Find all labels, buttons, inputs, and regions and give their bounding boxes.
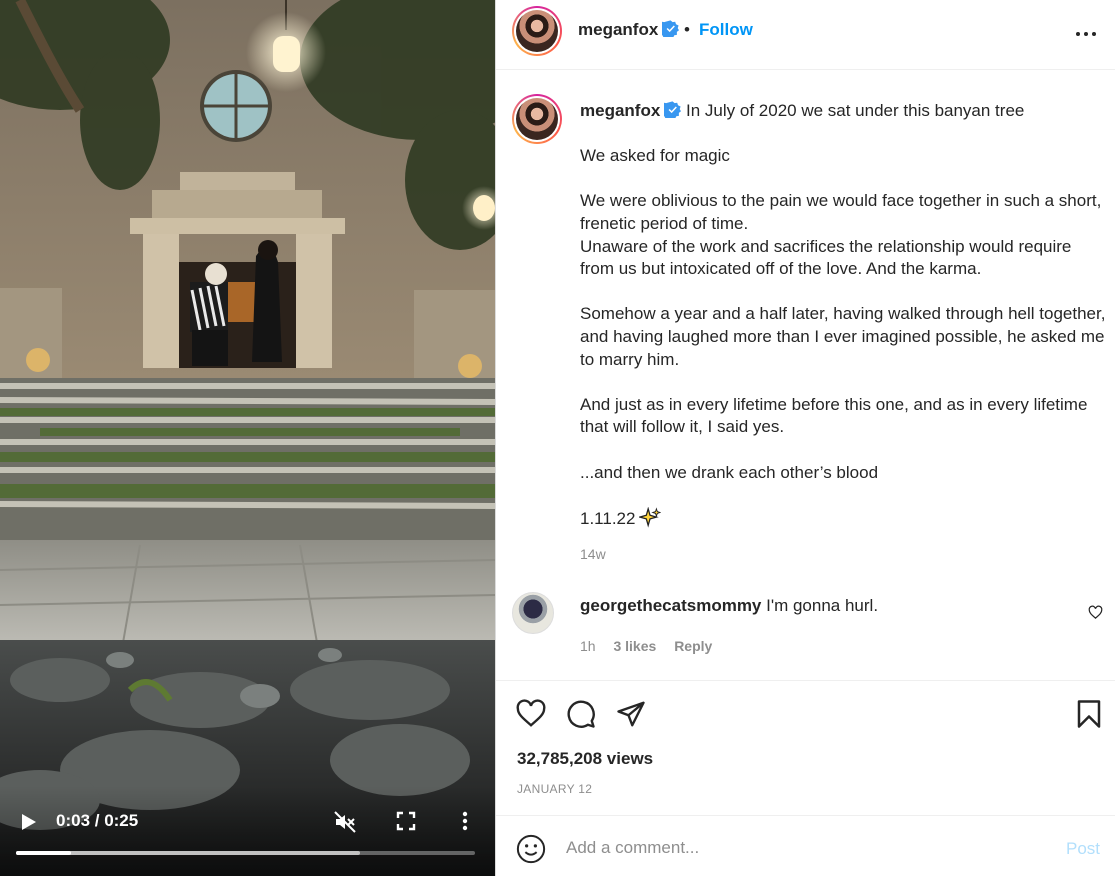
- sparkles-icon: [639, 506, 662, 528]
- video-frame: [0, 0, 495, 876]
- bookmark-icon[interactable]: [1074, 699, 1104, 729]
- caption-paragraph: We were oblivious to the pain we would f…: [580, 191, 1102, 233]
- caption-timestamp[interactable]: 14w: [580, 546, 606, 562]
- caption-paragraph: And just as in every lifetime before thi…: [580, 394, 1088, 437]
- comment-input[interactable]: [566, 832, 1036, 864]
- verified-badge-icon: [662, 20, 680, 37]
- comment-time[interactable]: 1h: [580, 638, 596, 654]
- fullscreen-icon[interactable]: [396, 811, 416, 831]
- reply-button[interactable]: Reply: [674, 638, 712, 654]
- heart-icon[interactable]: [1088, 605, 1103, 620]
- post-date[interactable]: JANUARY 12: [517, 782, 592, 796]
- caption-date: 1.11.22: [580, 508, 636, 528]
- view-count[interactable]: 32,785,208 views: [517, 749, 653, 769]
- emoji-icon[interactable]: [516, 834, 546, 864]
- caption-username[interactable]: meganfox: [580, 101, 660, 120]
- comment-bubble-icon[interactable]: [566, 699, 596, 729]
- video-progress-bar[interactable]: [16, 851, 475, 855]
- comment-body: I'm gonna hurl.: [766, 596, 879, 615]
- caption-avatar[interactable]: [512, 94, 562, 144]
- separator-dot: •: [684, 20, 690, 39]
- post-actions: 32,785,208 views JANUARY 12: [496, 680, 1115, 815]
- post-header: meganfox • Follow: [496, 0, 1115, 70]
- header-username[interactable]: meganfox: [578, 20, 658, 39]
- comment-likes[interactable]: 3 likes: [613, 638, 656, 654]
- video-controls: [0, 786, 495, 876]
- caption: meganfox In July of 2020 we sat under th…: [580, 100, 1108, 530]
- caption-paragraph: ...and then we drank each other’s blood: [580, 462, 879, 482]
- play-icon[interactable]: [18, 812, 38, 832]
- caption-and-comments[interactable]: meganfox In July of 2020 we sat under th…: [496, 70, 1115, 680]
- verified-badge-icon: [664, 101, 682, 118]
- comment-meta: 1h 3 likes Reply: [580, 638, 726, 654]
- caption-first-line: In July of 2020 we sat under this banyan…: [686, 101, 1025, 120]
- follow-button[interactable]: Follow: [699, 20, 753, 40]
- add-comment-bar: Post: [496, 815, 1115, 876]
- commenter-avatar[interactable]: [512, 592, 554, 634]
- muted-speaker-icon[interactable]: [333, 810, 357, 834]
- avatar[interactable]: [512, 6, 562, 56]
- more-vertical-icon[interactable]: [455, 810, 475, 832]
- video-time: 0:03 / 0:25: [56, 811, 139, 830]
- caption-paragraph: Unaware of the work and sacrifices the r…: [580, 236, 1072, 279]
- like-heart-icon[interactable]: [516, 699, 546, 729]
- post-video[interactable]: 0:03 / 0:25: [0, 0, 495, 876]
- comment-username[interactable]: georgethecatsmommy: [580, 596, 761, 615]
- caption-paragraph: We asked for magic: [580, 146, 730, 166]
- comment: georgethecatsmommy I'm gonna hurl.: [580, 596, 878, 616]
- caption-paragraph: Somehow a year and a half later, having …: [580, 304, 1106, 369]
- more-horizontal-icon[interactable]: [1074, 22, 1098, 46]
- video-progress-fill: [16, 851, 72, 855]
- share-paper-plane-icon[interactable]: [616, 699, 646, 729]
- post-comment-button[interactable]: Post: [1066, 839, 1100, 859]
- post-details-panel: meganfox • Follow meganfox In July of 20…: [495, 0, 1115, 876]
